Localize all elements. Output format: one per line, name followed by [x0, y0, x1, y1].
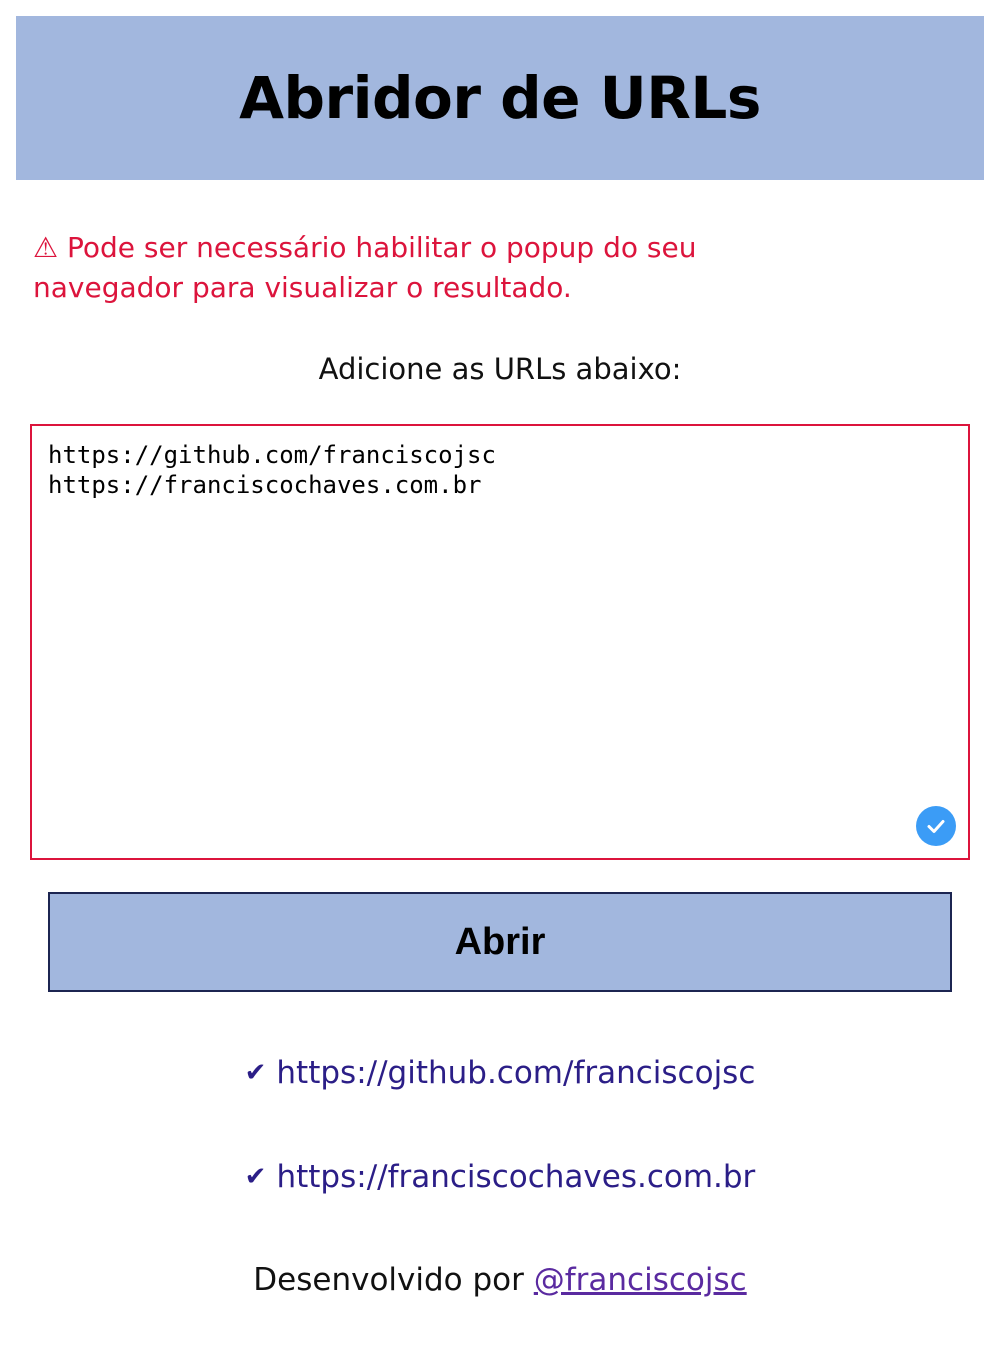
- instruction-label: Adicione as URLs abaixo:: [318, 352, 682, 386]
- checkmark-badge-icon: [916, 806, 956, 846]
- urls-textarea[interactable]: [30, 424, 970, 860]
- warning-icon: ⚠: [33, 231, 59, 264]
- author-link[interactable]: @franciscojsc: [534, 1262, 747, 1298]
- result-item: ✔ https://franciscochaves.com.br: [0, 1159, 1000, 1195]
- check-mark-icon: ✔: [244, 1058, 267, 1088]
- popup-warning: ⚠ Pode ser necessário habilitar o popup …: [33, 228, 833, 308]
- open-button[interactable]: Abrir: [48, 892, 952, 992]
- result-link[interactable]: https://github.com/franciscojsc: [276, 1055, 755, 1091]
- footer-text: Desenvolvido por: [253, 1262, 534, 1298]
- page-header: Abridor de URLs: [16, 16, 984, 180]
- result-link[interactable]: https://franciscochaves.com.br: [276, 1159, 755, 1195]
- warning-text: Pode ser necessário habilitar o popup do…: [33, 231, 697, 304]
- check-mark-icon: ✔: [244, 1162, 267, 1192]
- page-title: Abridor de URLs: [239, 64, 761, 132]
- footer: Desenvolvido por @franciscojsc: [0, 1262, 1000, 1298]
- result-item: ✔ https://github.com/franciscojsc: [0, 1055, 1000, 1091]
